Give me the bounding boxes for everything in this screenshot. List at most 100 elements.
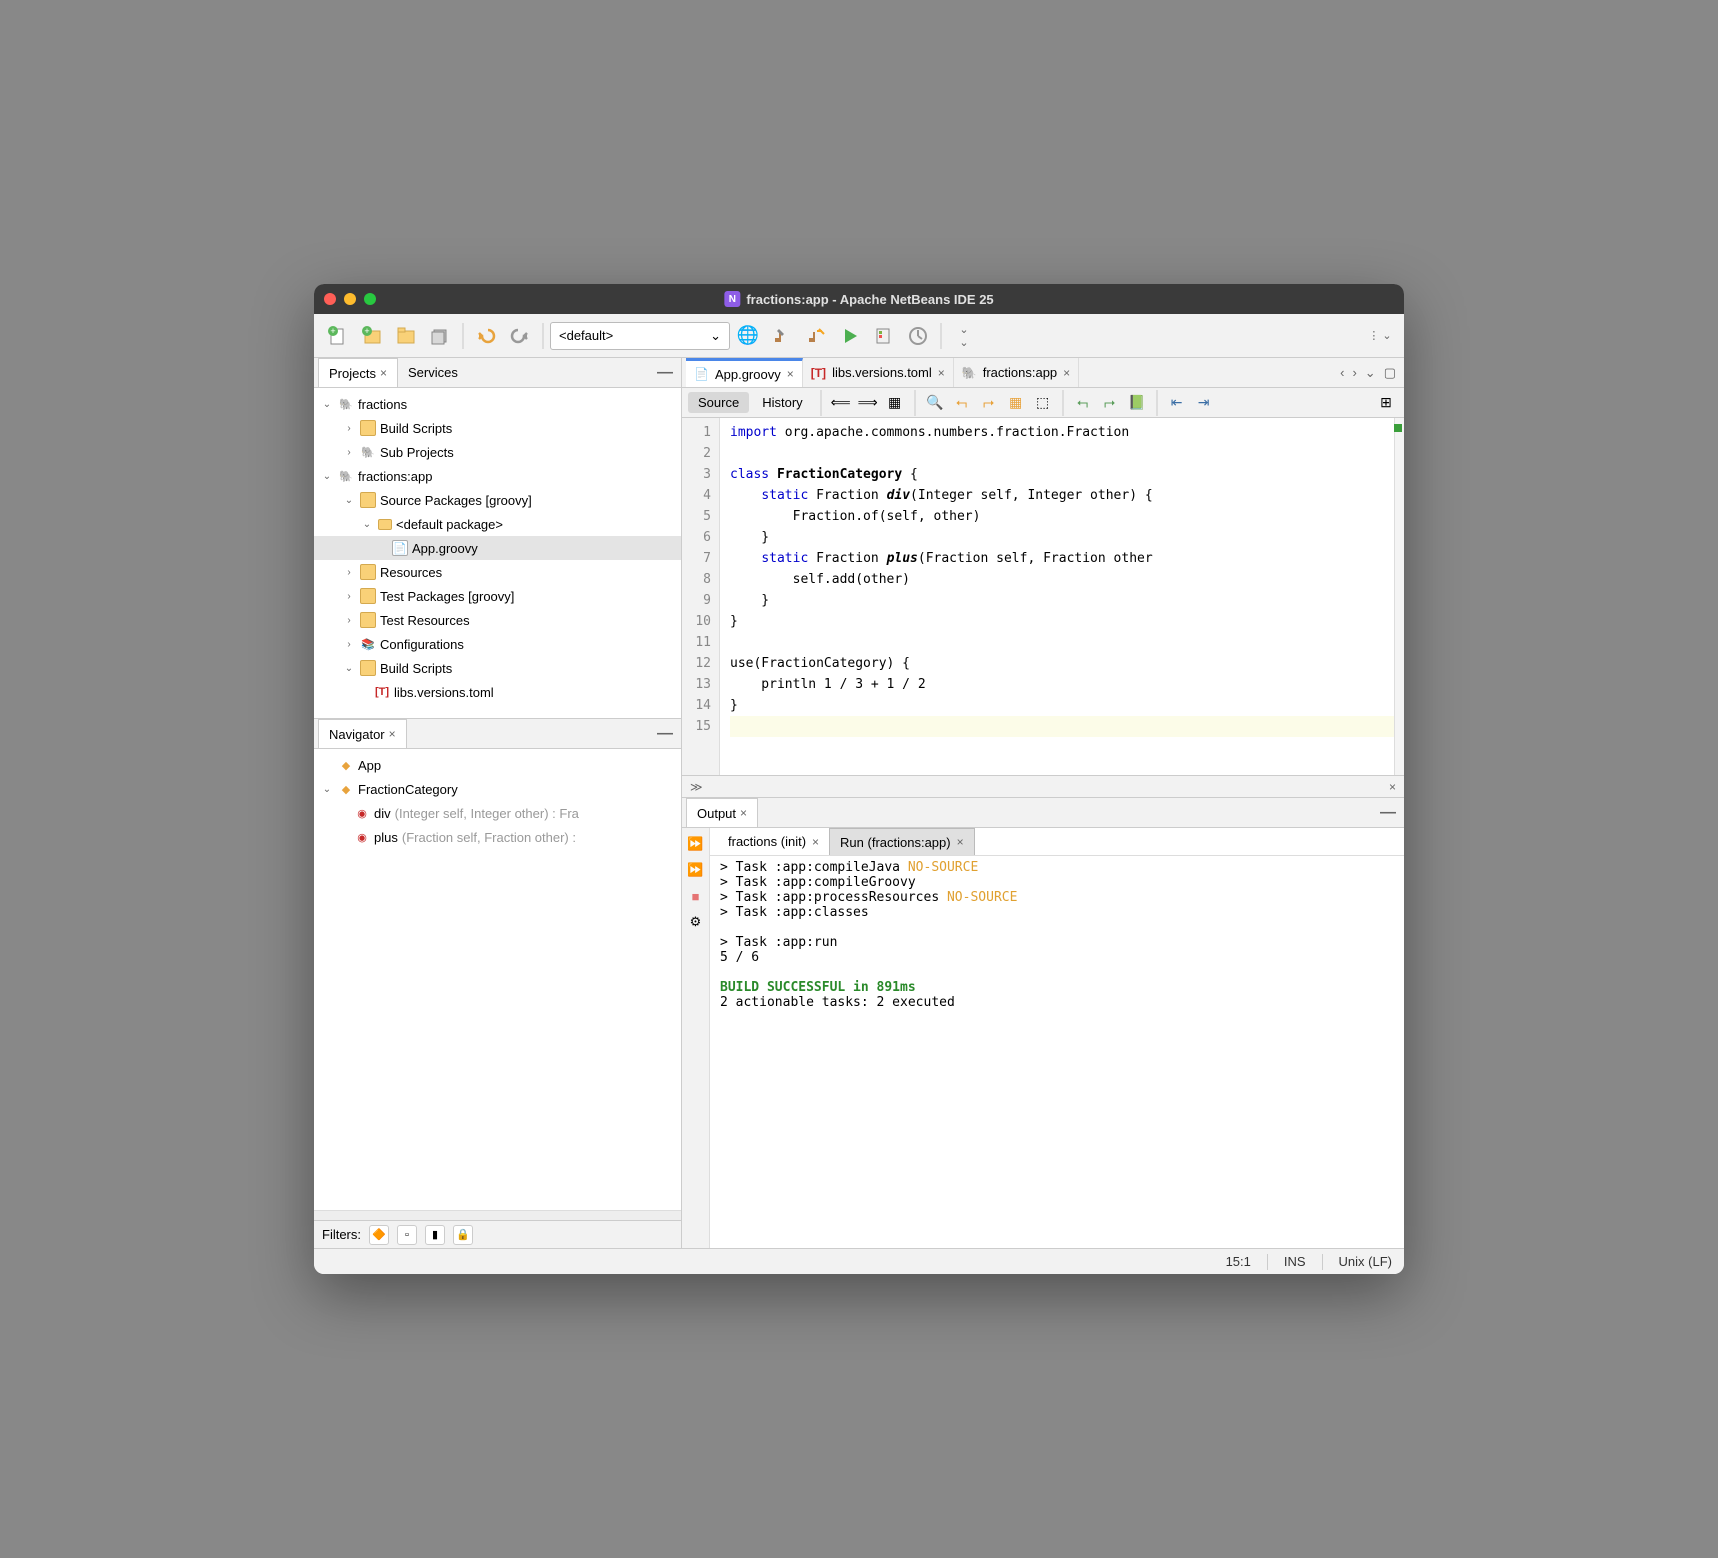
- settings-button[interactable]: ⚙: [686, 912, 706, 932]
- expand-icon[interactable]: ≫: [690, 780, 703, 794]
- navigator-tree[interactable]: ◆App ⌄◆FractionCategory ◉div(Integer sel…: [314, 749, 681, 1210]
- build-button[interactable]: [766, 320, 798, 352]
- tree-item-source-packages[interactable]: ⌄Source Packages [groovy]: [314, 488, 681, 512]
- close-icon[interactable]: ×: [938, 366, 945, 380]
- new-project-button[interactable]: +: [356, 320, 388, 352]
- close-icon[interactable]: ×: [380, 366, 387, 380]
- source-view-button[interactable]: Source: [688, 392, 749, 413]
- rerun-button[interactable]: ⏩: [686, 834, 706, 854]
- history-view-button[interactable]: History: [752, 392, 812, 413]
- tree-item-test-packages[interactable]: ›Test Packages [groovy]: [314, 584, 681, 608]
- shift-left-button[interactable]: ⇤: [1165, 391, 1189, 415]
- close-icon[interactable]: ×: [787, 367, 794, 381]
- code-content[interactable]: import org.apache.commons.numbers.fracti…: [720, 418, 1394, 775]
- redo-button[interactable]: [504, 320, 536, 352]
- nav-fwd-button[interactable]: ⟹: [856, 391, 880, 415]
- nav-item-plus[interactable]: ◉plus(Fraction self, Fraction other) :: [314, 825, 681, 849]
- shift-right-button[interactable]: ⇥: [1192, 391, 1216, 415]
- save-all-button[interactable]: [424, 320, 456, 352]
- filter-static-button[interactable]: ▫: [397, 1225, 417, 1245]
- browser-button[interactable]: 🌐: [732, 320, 764, 352]
- output-subtab-run[interactable]: Run (fractions:app) ×: [829, 828, 975, 855]
- tree-item-build-scripts[interactable]: ›Build Scripts: [314, 416, 681, 440]
- console-output[interactable]: > Task :app:compileJava NO-SOURCE> Task …: [710, 856, 1404, 1248]
- close-icon[interactable]: ×: [812, 835, 819, 849]
- editor-tab-fractions-app[interactable]: 🐘 fractions:app ×: [954, 358, 1079, 387]
- new-file-button[interactable]: +: [322, 320, 354, 352]
- close-icon[interactable]: ×: [740, 806, 747, 820]
- stop-button[interactable]: ■: [686, 886, 706, 906]
- project-tree[interactable]: ⌄🐘fractions ›Build Scripts ›🐘Sub Project…: [314, 388, 681, 718]
- nav-back-button[interactable]: ⟸: [829, 391, 853, 415]
- close-icon[interactable]: ×: [1063, 366, 1070, 380]
- editor-body[interactable]: 123456789101112131415 import org.apache.…: [682, 418, 1404, 775]
- maximize-button[interactable]: [364, 293, 376, 305]
- undo-button[interactable]: [470, 320, 502, 352]
- nav-item-app[interactable]: ◆App: [314, 753, 681, 777]
- toggle-bookmark-button[interactable]: 📗: [1125, 391, 1149, 415]
- filter-inherited-button[interactable]: 🔒: [453, 1225, 473, 1245]
- last-edit-button[interactable]: ▦: [883, 391, 907, 415]
- maximize-icon[interactable]: ▢: [1384, 365, 1396, 381]
- tree-item-configurations[interactable]: ›📚Configurations: [314, 632, 681, 656]
- editor-tab-libs-toml[interactable]: [T] libs.versions.toml ×: [803, 358, 954, 387]
- toolbar-menu-button[interactable]: ⋮ ⌄: [1364, 320, 1396, 352]
- filter-nonpublic-button[interactable]: ▮: [425, 1225, 445, 1245]
- next-match-button[interactable]: ⮣: [977, 391, 1001, 415]
- profile-button[interactable]: [902, 320, 934, 352]
- close-breadcrumb-icon[interactable]: ×: [1389, 780, 1396, 794]
- close-icon[interactable]: ×: [389, 727, 396, 741]
- tree-item-test-resources[interactable]: ›Test Resources: [314, 608, 681, 632]
- ide-window: N fractions:app - Apache NetBeans IDE 25…: [314, 284, 1404, 1274]
- minimize-icon[interactable]: —: [657, 725, 673, 743]
- dropdown-icon[interactable]: ⌄: [1365, 365, 1376, 381]
- next-bookmark-button[interactable]: ⮣: [1098, 391, 1122, 415]
- minimize-icon[interactable]: —: [657, 364, 673, 382]
- tree-item-app-groovy[interactable]: 📄App.groovy: [314, 536, 681, 560]
- tree-item-fractions-app[interactable]: ⌄🐘fractions:app: [314, 464, 681, 488]
- close-button[interactable]: [324, 293, 336, 305]
- tab-output[interactable]: Output ×: [686, 798, 758, 827]
- overflow-button[interactable]: ⌄⌄: [948, 320, 980, 352]
- selection-button[interactable]: ⬚: [1031, 391, 1055, 415]
- scroll-right-icon[interactable]: ›: [1352, 365, 1356, 381]
- debug-button[interactable]: [868, 320, 900, 352]
- tab-projects[interactable]: Projects ×: [318, 358, 398, 387]
- tab-navigator[interactable]: Navigator ×: [318, 719, 407, 748]
- tree-item-fractions[interactable]: ⌄🐘fractions: [314, 392, 681, 416]
- minimize-button[interactable]: [344, 293, 356, 305]
- tree-item-libs-toml[interactable]: [T]libs.versions.toml: [314, 680, 681, 704]
- filter-fields-button[interactable]: 🔶: [369, 1225, 389, 1245]
- config-combo[interactable]: <default> ⌄: [550, 322, 730, 350]
- scroll-track[interactable]: [314, 1210, 681, 1220]
- nav-item-div[interactable]: ◉div(Integer self, Integer other) : Fra: [314, 801, 681, 825]
- error-stripe[interactable]: [1394, 418, 1404, 775]
- split-button[interactable]: ⊞: [1374, 391, 1398, 415]
- close-icon[interactable]: ×: [957, 835, 964, 849]
- scroll-left-icon[interactable]: ‹: [1340, 365, 1344, 381]
- tree-item-resources[interactable]: ›Resources: [314, 560, 681, 584]
- cursor-position[interactable]: 15:1: [1226, 1254, 1251, 1269]
- editor-tabs: 📄 App.groovy × [T] libs.versions.toml × …: [682, 358, 1404, 388]
- run-button[interactable]: [834, 320, 866, 352]
- rerun-all-button[interactable]: ⏩: [686, 860, 706, 880]
- tree-item-build-scripts-2[interactable]: ⌄Build Scripts: [314, 656, 681, 680]
- minimize-icon[interactable]: —: [1380, 804, 1396, 822]
- tree-item-default-package[interactable]: ⌄<default package>: [314, 512, 681, 536]
- nav-item-fraction-category[interactable]: ⌄◆FractionCategory: [314, 777, 681, 801]
- editor-toolbar: Source History ⟸ ⟹ ▦ 🔍 ⮢ ⮣ ▦ ⬚ ⮢ ⮣ 📗: [682, 388, 1404, 418]
- prev-bookmark-button[interactable]: ⮢: [1071, 391, 1095, 415]
- highlight-button[interactable]: ▦: [1004, 391, 1028, 415]
- line-endings[interactable]: Unix (LF): [1339, 1254, 1392, 1269]
- tree-item-sub-projects[interactable]: ›🐘Sub Projects: [314, 440, 681, 464]
- prev-match-button[interactable]: ⮢: [950, 391, 974, 415]
- insert-mode[interactable]: INS: [1284, 1254, 1306, 1269]
- tab-services[interactable]: Services: [398, 358, 468, 387]
- clean-build-button[interactable]: [800, 320, 832, 352]
- find-button[interactable]: 🔍: [923, 391, 947, 415]
- editor-tab-app-groovy[interactable]: 📄 App.groovy ×: [686, 358, 803, 387]
- titlebar: N fractions:app - Apache NetBeans IDE 25: [314, 284, 1404, 314]
- tab-navigator-label: Navigator: [329, 727, 385, 742]
- output-subtab-init[interactable]: fractions (init) ×: [718, 828, 829, 855]
- open-button[interactable]: [390, 320, 422, 352]
